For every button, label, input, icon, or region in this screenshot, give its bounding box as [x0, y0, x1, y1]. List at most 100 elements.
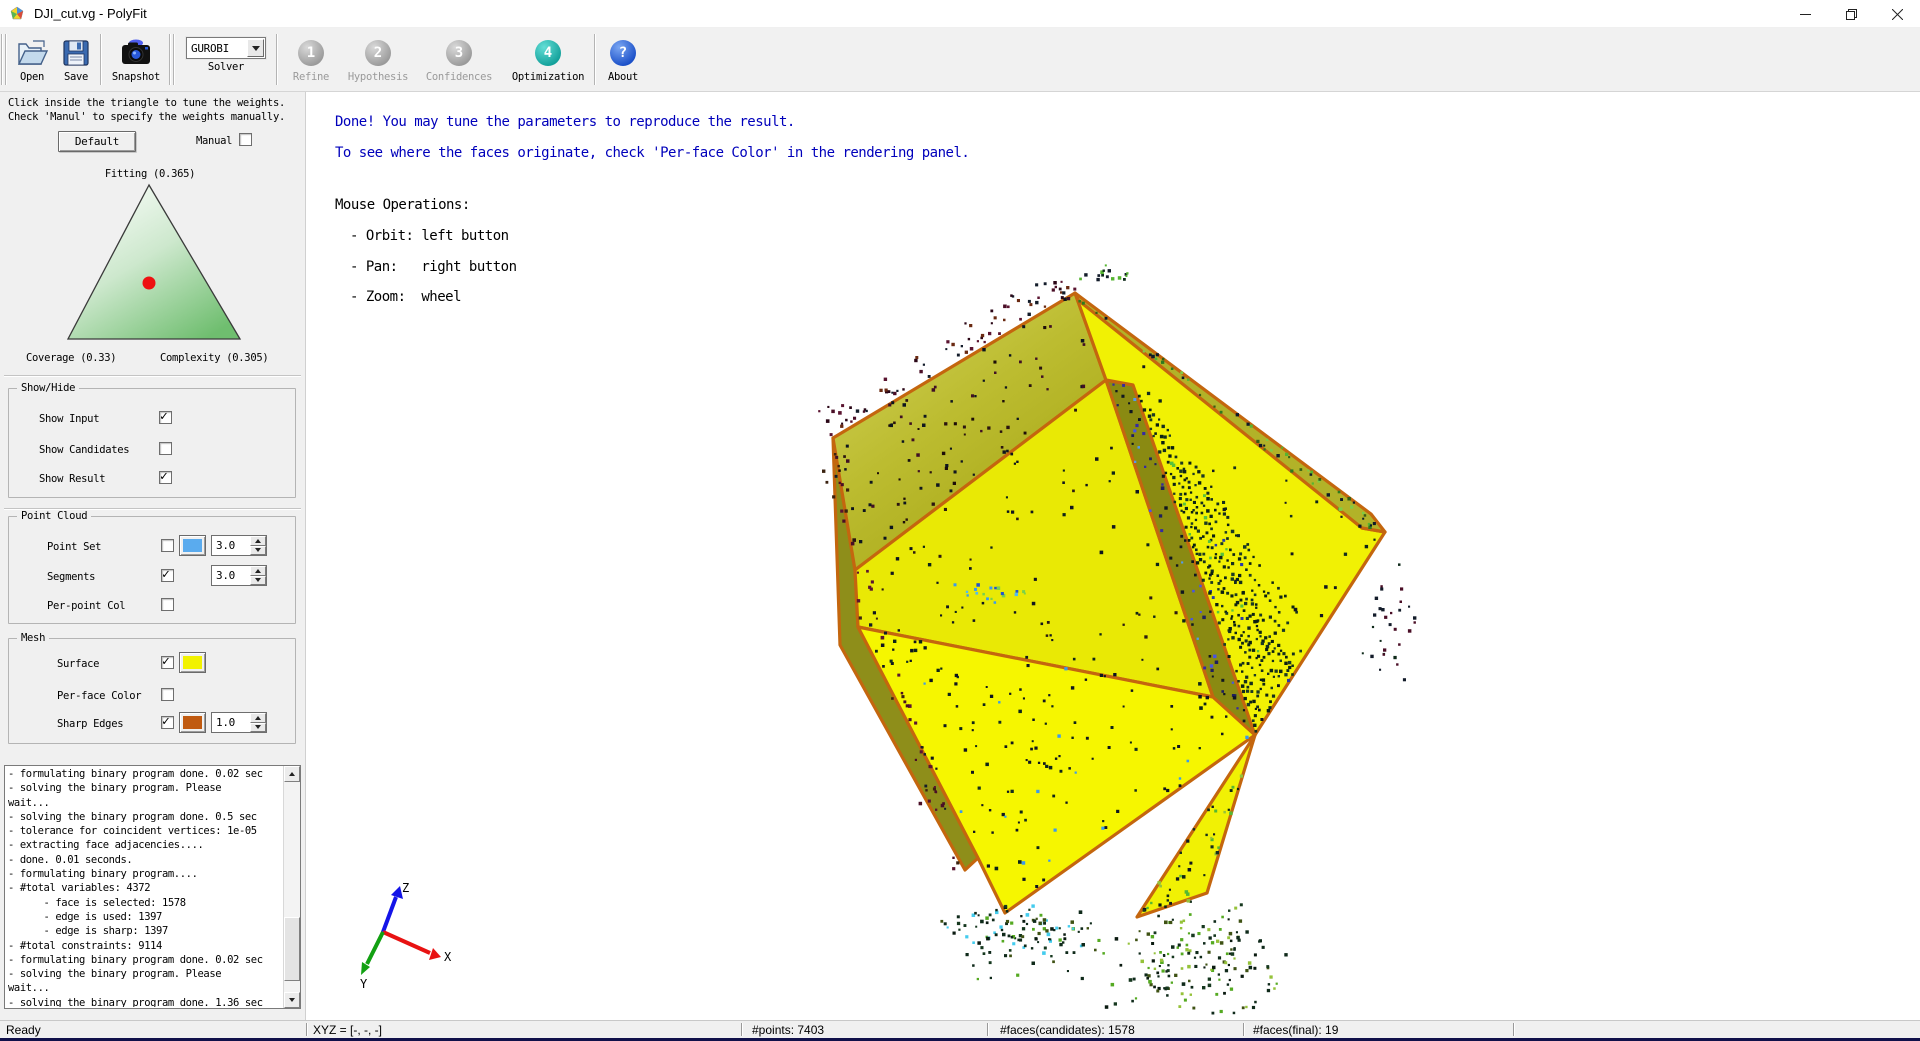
- solver-dropdown[interactable]: GUROBI: [186, 37, 266, 59]
- show-result-label: Show Result: [39, 473, 105, 485]
- solver-label: Solver: [208, 61, 244, 73]
- manual-checkbox[interactable]: [239, 133, 252, 146]
- show-hide-group: Show/Hide Show Input Show Candidates Sho…: [8, 388, 296, 498]
- log-text: - formulating binary program done. 0.02 …: [8, 767, 282, 1007]
- snapshot-label: Snapshot: [112, 71, 160, 83]
- status-xyz: XYZ = [-, -, -]: [313, 1023, 382, 1037]
- manual-label: Manual: [196, 135, 232, 147]
- spinner-buttons[interactable]: [250, 713, 266, 732]
- camera-icon: [118, 37, 154, 69]
- weight-dot[interactable]: [143, 277, 156, 290]
- y-axis: [367, 932, 383, 964]
- spin-up-icon: [250, 536, 266, 546]
- status-points-count: #points: 7403: [752, 1023, 824, 1037]
- point-set-checkbox[interactable]: [161, 539, 174, 552]
- confidences-label: Confidences: [426, 71, 492, 83]
- status-separator: [1243, 1023, 1245, 1036]
- step-optimization-button[interactable]: 4 Optimization: [504, 28, 592, 91]
- point-set-label: Point Set: [47, 541, 101, 553]
- per-point-color-checkbox[interactable]: [161, 598, 174, 611]
- instruction-line-2: Check 'Manul' to specify the weights man…: [8, 111, 285, 123]
- status-separator: [1513, 1023, 1515, 1036]
- per-face-color-label: Per-face Color: [57, 690, 141, 702]
- mesh-group: Mesh Surface Per-face Color Sharp Edges …: [8, 638, 296, 744]
- window-controls: [1782, 0, 1920, 28]
- weights-triangle[interactable]: [50, 182, 258, 344]
- triangle-shape[interactable]: [68, 185, 240, 339]
- toolbar-separator: [276, 34, 278, 85]
- main-area: Click inside the triangle to tune the we…: [0, 92, 1920, 1020]
- status-faces-final: #faces(final): 19: [1253, 1023, 1338, 1037]
- refine-label: Refine: [293, 71, 329, 83]
- spin-up-icon: [250, 566, 266, 576]
- point-set-color-button[interactable]: [179, 535, 206, 556]
- toolbar: Open Save: [0, 28, 1920, 92]
- save-floppy-icon: [61, 37, 91, 69]
- close-button[interactable]: [1874, 0, 1920, 28]
- about-label: About: [608, 71, 638, 83]
- z-axis: [383, 897, 396, 932]
- dropdown-arrow-icon[interactable]: [247, 39, 264, 57]
- step-3-icon: 3: [446, 40, 472, 66]
- point-size-spinner[interactable]: 3.0: [211, 535, 267, 556]
- step-confidences-button[interactable]: 3 Confidences: [414, 28, 504, 91]
- surface-color-button[interactable]: [179, 652, 206, 673]
- show-input-checkbox[interactable]: [159, 411, 172, 424]
- scrollbar-thumb[interactable]: [284, 917, 300, 981]
- mesh-render: [306, 92, 1920, 1020]
- fitting-weight-label: Fitting (0.365): [0, 168, 300, 180]
- open-button[interactable]: Open: [10, 28, 54, 91]
- default-button[interactable]: Default: [58, 131, 136, 152]
- save-label: Save: [64, 71, 88, 83]
- per-point-color-label: Per-point Col: [47, 600, 125, 612]
- solver-group: GUROBI Solver: [178, 28, 274, 91]
- x-axis: [383, 932, 430, 953]
- surface-checkbox[interactable]: [161, 656, 174, 669]
- edge-width-spinner[interactable]: 1.0: [211, 712, 267, 733]
- viewport-3d[interactable]: Done! You may tune the parameters to rep…: [306, 92, 1920, 1020]
- spin-down-icon: [250, 723, 266, 733]
- titlebar: DJI_cut.vg - PolyFit: [0, 0, 1920, 28]
- toolbar-handle[interactable]: [1, 34, 9, 85]
- step-2-icon: 2: [365, 40, 391, 66]
- scroll-up-icon[interactable]: [284, 766, 300, 782]
- x-axis-label: X: [444, 950, 452, 964]
- open-folder-icon: [15, 37, 49, 69]
- sharp-edges-color-button[interactable]: [179, 712, 206, 733]
- snapshot-button[interactable]: Snapshot: [104, 28, 168, 91]
- scroll-down-icon[interactable]: [284, 992, 300, 1008]
- statusbar: Ready XYZ = [-, -, -] #points: 7403 #fac…: [0, 1020, 1920, 1041]
- window-title: DJI_cut.vg - PolyFit: [34, 6, 147, 21]
- y-axis-label: Y: [360, 977, 368, 991]
- point-set-color-swatch: [183, 539, 202, 552]
- step-refine-button[interactable]: 1 Refine: [280, 28, 342, 91]
- app-icon: [9, 6, 25, 22]
- show-candidates-label: Show Candidates: [39, 444, 129, 456]
- step-hypothesis-button[interactable]: 2 Hypothesis: [342, 28, 414, 91]
- complexity-weight-label: Complexity (0.305): [160, 352, 268, 364]
- spinner-buttons[interactable]: [250, 566, 266, 585]
- minimize-button[interactable]: [1782, 0, 1828, 28]
- sharp-edges-checkbox[interactable]: [161, 716, 174, 729]
- segments-label: Segments: [47, 571, 95, 583]
- restore-button[interactable]: [1828, 0, 1874, 28]
- segments-checkbox[interactable]: [161, 569, 174, 582]
- toolbar-separator: [100, 34, 102, 85]
- log-scrollbar[interactable]: [283, 766, 300, 1008]
- spinner-buttons[interactable]: [250, 536, 266, 555]
- per-face-color-checkbox[interactable]: [161, 688, 174, 701]
- point-cloud-title: Point Cloud: [17, 510, 91, 522]
- show-candidates-checkbox[interactable]: [159, 442, 172, 455]
- segments-size-spinner[interactable]: 3.0: [211, 565, 267, 586]
- question-icon: ?: [610, 40, 636, 66]
- save-button[interactable]: Save: [54, 28, 98, 91]
- spin-down-icon: [250, 576, 266, 586]
- left-panel: Click inside the triangle to tune the we…: [0, 92, 306, 1020]
- show-result-checkbox[interactable]: [159, 471, 172, 484]
- log-output[interactable]: - formulating binary program done. 0.02 …: [4, 765, 301, 1009]
- point-cloud-group: Point Cloud Point Set 3.0 Segments 3.0 P…: [8, 516, 296, 624]
- step-1-icon: 1: [298, 40, 324, 66]
- x-arrow-icon: [429, 948, 441, 960]
- about-button[interactable]: ? About: [598, 28, 648, 91]
- toolbar-handle[interactable]: [169, 34, 177, 85]
